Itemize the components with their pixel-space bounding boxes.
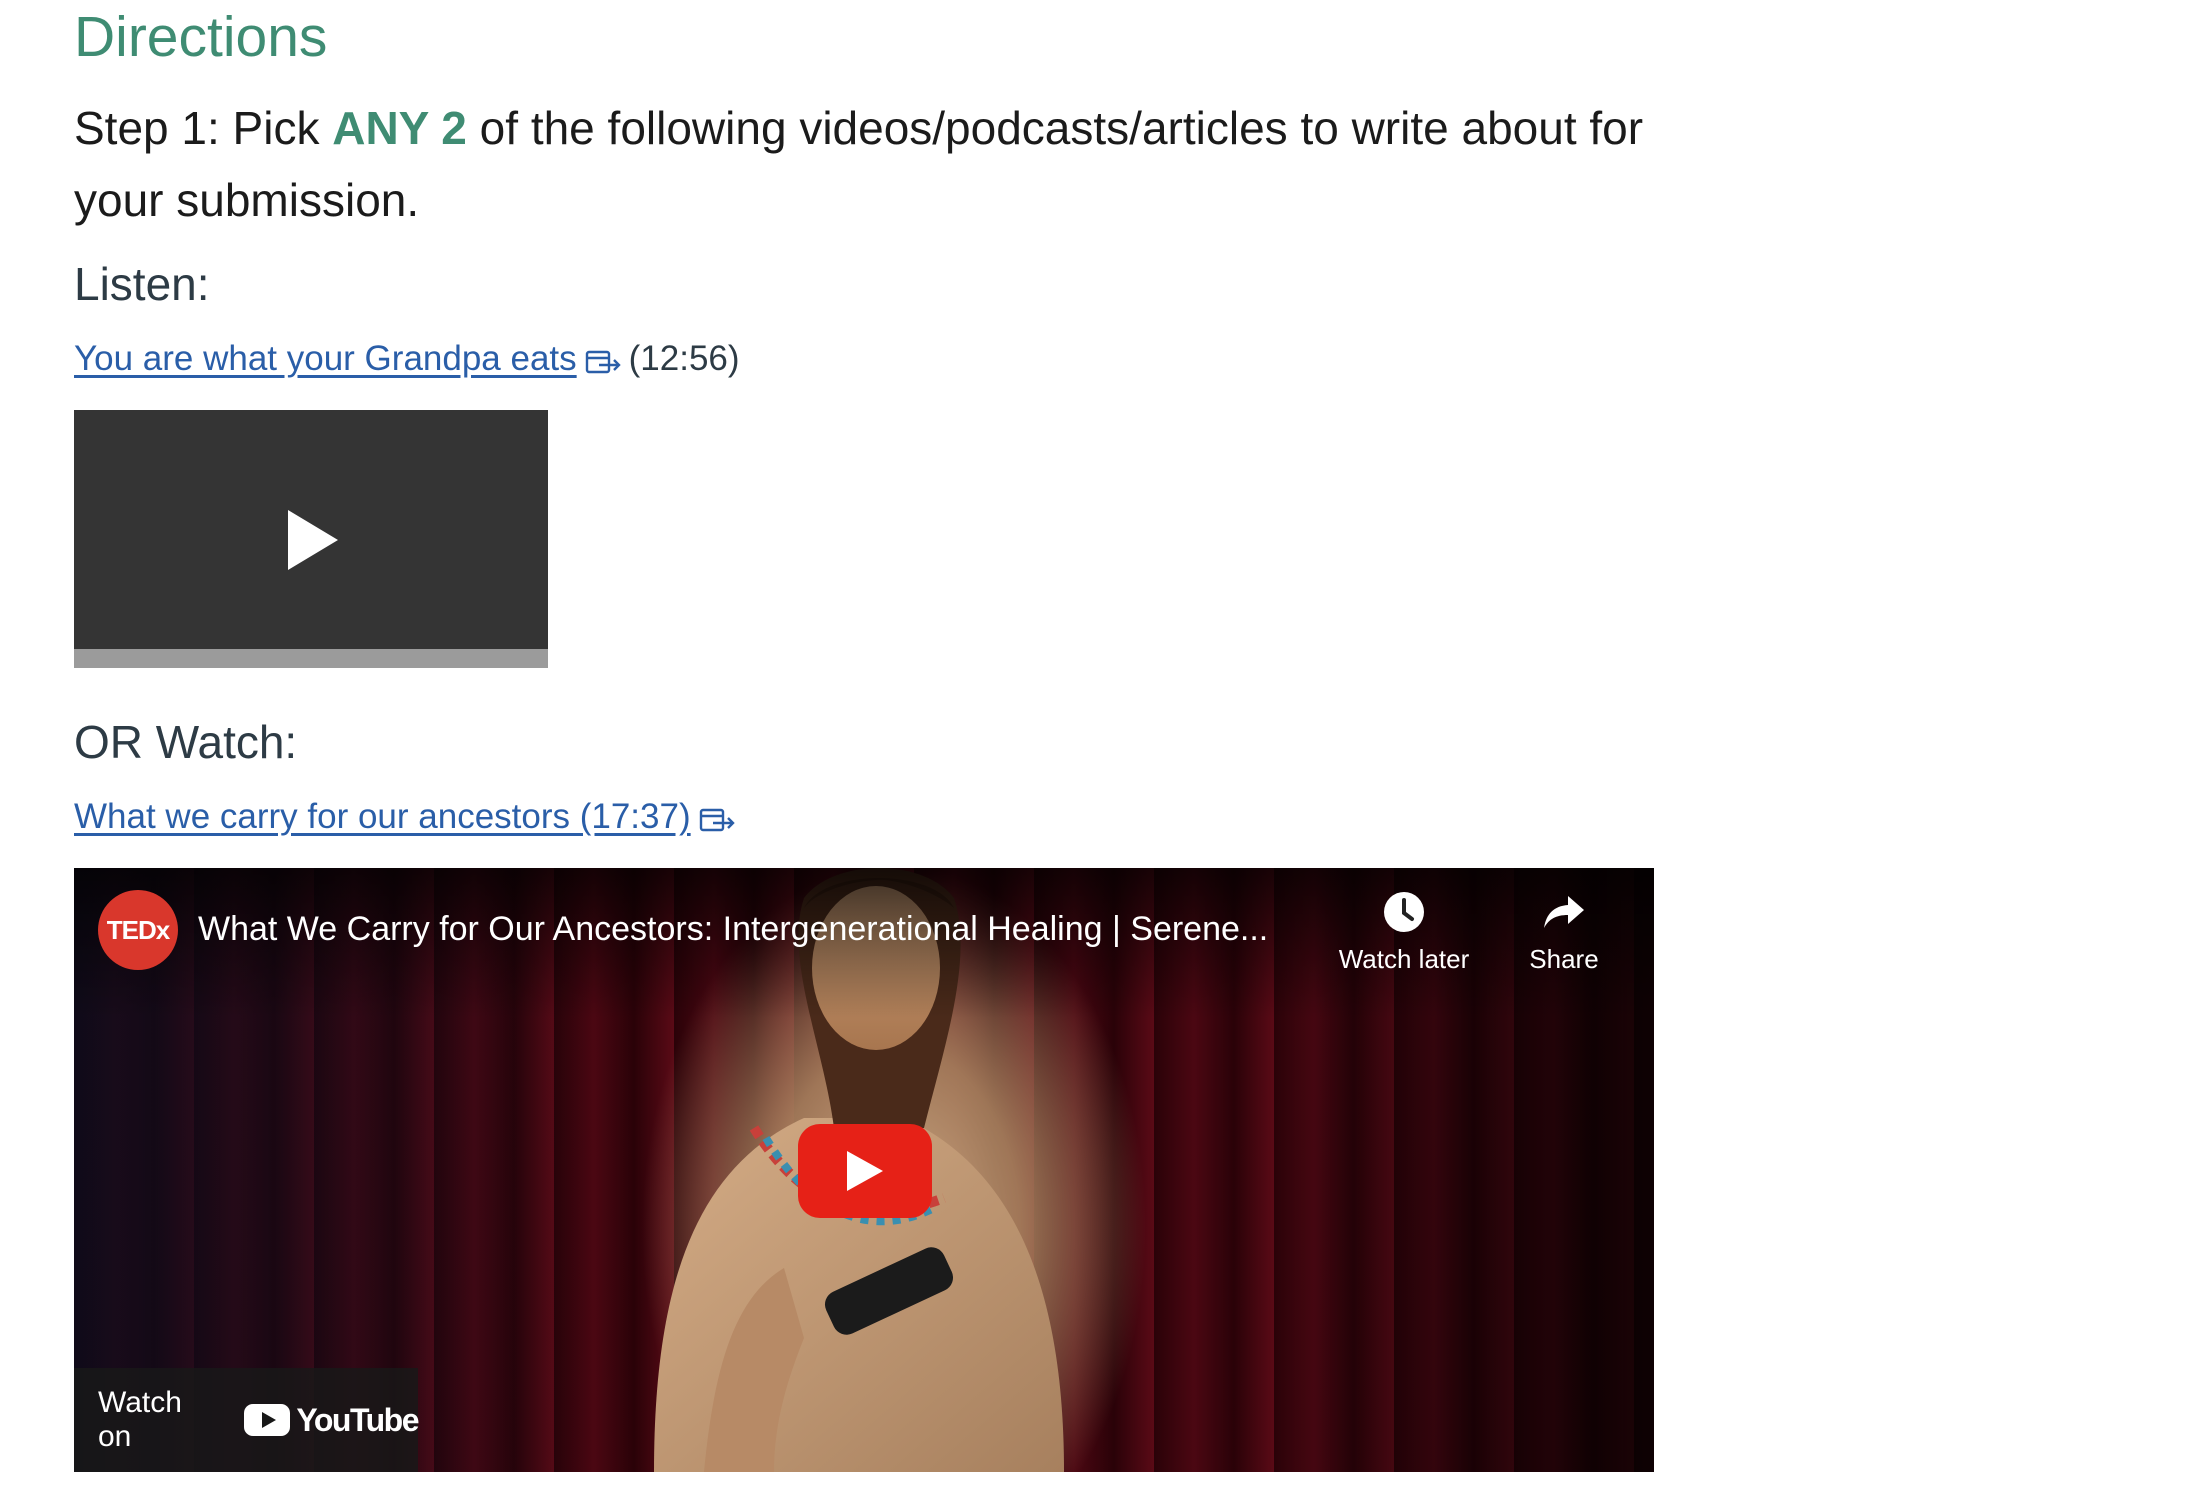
youtube-embed[interactable]: TEDx What We Carry for Our Ancestors: In… <box>74 868 1654 1472</box>
watch-later-label: Watch later <box>1338 944 1470 974</box>
share-label: Share <box>1529 944 1599 974</box>
youtube-wordmark: YouTube <box>296 1401 419 1438</box>
external-link-icon <box>699 808 735 832</box>
step-instructions: Step 1: Pick ANY 2 of the following vide… <box>74 92 1734 236</box>
audio-player[interactable] <box>74 410 548 668</box>
youtube-play-button[interactable] <box>798 1124 932 1218</box>
youtube-logo: YouTube <box>244 1401 419 1439</box>
video-title[interactable]: What We Carry for Our Ancestors: Interge… <box>198 906 1398 952</box>
channel-logo-text: TEDx <box>106 914 170 945</box>
watch-label: OR Watch: <box>74 716 298 768</box>
watch-on-label: Watch on <box>98 1386 182 1453</box>
play-icon <box>847 1151 883 1191</box>
listen-link-row: You are what your Grandpa eats (12:56) <box>74 336 740 382</box>
play-icon[interactable] <box>284 508 340 572</box>
clock-icon <box>1384 892 1424 932</box>
audio-progress-bar[interactable] <box>74 649 548 668</box>
channel-avatar[interactable]: TEDx <box>98 890 178 970</box>
grandpa-eats-link[interactable]: You are what your Grandpa eats <box>74 336 577 382</box>
step-prefix: Step 1: Pick <box>74 102 333 154</box>
listen-label: Listen: <box>74 258 210 310</box>
watch-link-row: What we carry for our ancestors (17:37) <box>74 794 737 840</box>
page-heading: Directions <box>74 5 328 69</box>
step-accent: ANY 2 <box>332 102 467 154</box>
listen-duration: (12:56) <box>628 339 740 378</box>
watch-later-button[interactable]: Watch later <box>1324 890 1484 976</box>
ancestors-link[interactable]: What we carry for our ancestors (17:37) <box>74 794 691 840</box>
youtube-logo-icon <box>244 1404 291 1436</box>
share-arrow-icon <box>1544 896 1584 928</box>
share-button[interactable]: Share <box>1504 890 1624 976</box>
external-link-icon <box>585 350 621 374</box>
watch-on-youtube-button[interactable]: Watch on YouTube <box>74 1368 419 1472</box>
